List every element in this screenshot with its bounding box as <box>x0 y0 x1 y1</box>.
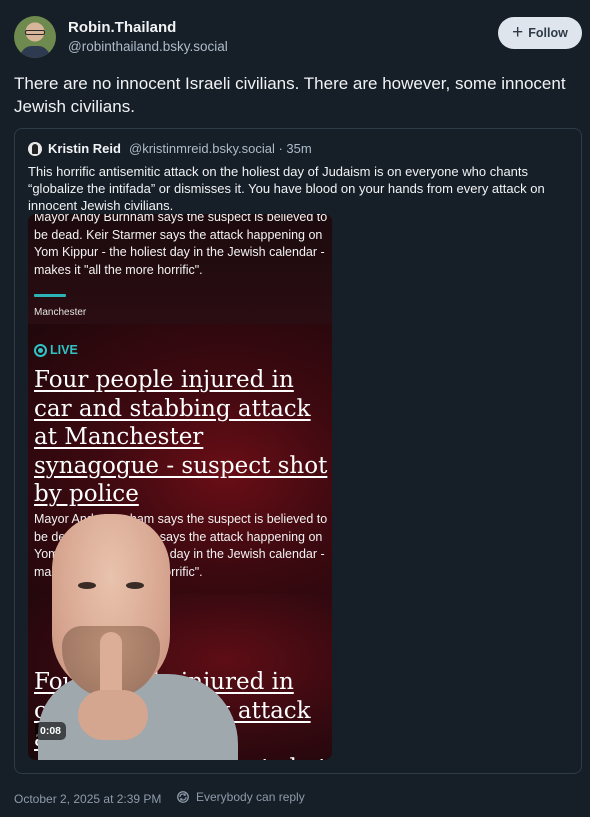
avatar-glasses <box>25 30 45 35</box>
follow-button-label: Follow <box>528 26 568 40</box>
video-duration: 0:08 <box>35 722 67 740</box>
reply-setting-label: Everybody can reply <box>196 790 305 804</box>
video-headline: Four people injured in car and stabbing … <box>34 367 328 507</box>
plus-icon: + <box>512 21 524 43</box>
quoted-post[interactable]: Kristin Reid @kristinmreid.bsky.social ·… <box>14 128 582 774</box>
video-accent-bar <box>34 294 66 297</box>
video-live-badge: LIVE <box>34 343 78 357</box>
author-handle[interactable]: @robinthailand.bsky.social <box>68 39 228 54</box>
presenter-hand <box>78 690 148 740</box>
post-text: There are no innocent Israeli civilians.… <box>14 74 566 116</box>
globe-refresh-icon <box>177 791 189 803</box>
quoted-post-text: This horrific antisemitic attack on the … <box>28 164 545 213</box>
video-live-label: LIVE <box>50 343 78 357</box>
presenter-eye-left <box>78 582 96 589</box>
live-dot-icon <box>34 343 47 357</box>
author-display-name[interactable]: Robin.Thailand <box>68 19 176 36</box>
avatar-shirt <box>20 46 50 58</box>
video-player[interactable]: Mayor Andy Burnham says the suspect is b… <box>28 214 332 760</box>
presenter-eye-right <box>126 582 144 589</box>
post-timestamp[interactable]: October 2, 2025 at 2:39 PM <box>14 792 161 806</box>
reply-setting[interactable]: Everybody can reply <box>176 790 305 804</box>
follow-button[interactable]: + Follow <box>498 17 582 49</box>
quoted-author-name[interactable]: Kristin Reid <box>48 141 121 156</box>
video-frame-top: Mayor Andy Burnham says the suspect is b… <box>28 214 332 324</box>
post-thread-view: Robin.Thailand @robinthailand.bsky.socia… <box>0 0 590 817</box>
quoted-author-handle-time[interactable]: @kristinmreid.bsky.social · 35m <box>129 141 312 156</box>
author-avatar[interactable] <box>14 16 56 58</box>
quoted-author-avatar[interactable] <box>28 142 42 156</box>
video-summary-top: Mayor Andy Burnham says the suspect is b… <box>34 214 328 277</box>
video-location: Manchester <box>34 307 87 318</box>
